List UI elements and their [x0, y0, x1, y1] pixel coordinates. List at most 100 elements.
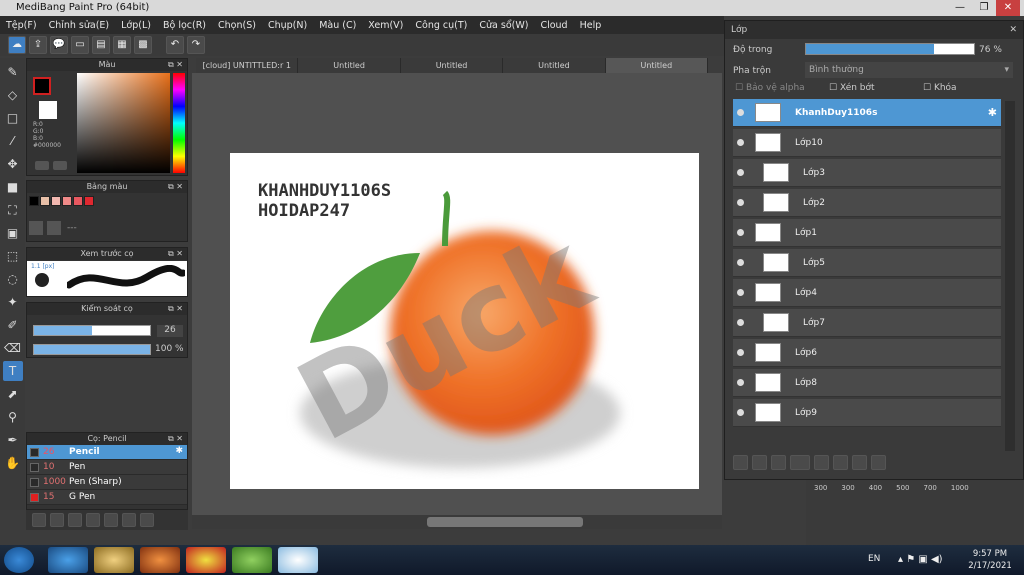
operation-tool-icon[interactable]: ⬈: [3, 384, 23, 404]
background-color-swatch[interactable]: [39, 101, 57, 119]
folder-icon[interactable]: [814, 455, 829, 470]
brush-delete-icon[interactable]: [140, 513, 154, 527]
fill-rect-tool-icon[interactable]: ■: [3, 177, 23, 197]
dot-tool-icon[interactable]: ⁄: [3, 131, 23, 151]
eye-icon[interactable]: [737, 349, 744, 356]
menu-tools[interactable]: Công cụ(T): [409, 20, 473, 31]
brush-item[interactable]: 15 G Pen: [27, 490, 187, 505]
layer-row[interactable]: Lớp9: [733, 399, 1001, 427]
eye-icon[interactable]: [737, 229, 744, 236]
panel-close-icon[interactable]: ⧉ ✕: [168, 248, 183, 260]
brush-item[interactable]: 1000 Pen (Sharp): [27, 475, 187, 490]
dropper-tool-icon[interactable]: ⚲: [3, 407, 23, 427]
panel-close-icon[interactable]: ⧉ ✕: [168, 59, 183, 71]
layer-row[interactable]: Lớp5: [733, 249, 1001, 277]
menu-window[interactable]: Cửa sổ(W): [473, 20, 534, 31]
menu-help[interactable]: Help: [574, 20, 608, 31]
pen-tool-icon[interactable]: ✒: [3, 430, 23, 450]
close-button[interactable]: ✕: [996, 0, 1020, 16]
brush-copy-icon[interactable]: [122, 513, 136, 527]
redo-icon[interactable]: ↷: [187, 36, 205, 54]
drawing-canvas[interactable]: KHANHDUY1106S HOIDAP247 Duck: [230, 153, 699, 489]
panel-close-icon[interactable]: ⧉ ✕: [168, 303, 183, 315]
merge-layer-icon[interactable]: [852, 455, 867, 470]
layer-row[interactable]: Lớp2: [733, 189, 1001, 217]
eye-icon[interactable]: [737, 139, 744, 146]
eye-icon[interactable]: [737, 199, 744, 206]
blend-mode-select[interactable]: Bình thường ▾: [805, 62, 1013, 78]
foreground-color-swatch[interactable]: [33, 77, 51, 95]
menu-view[interactable]: Xem(V): [362, 20, 409, 31]
layers-scrollbar[interactable]: [1005, 101, 1015, 451]
add-swatch-icon[interactable]: [29, 221, 43, 235]
add-layer-menu-icon[interactable]: [790, 455, 810, 470]
palette-swatch[interactable]: [40, 196, 50, 206]
menu-snap[interactable]: Chụp(N): [262, 20, 313, 31]
lasso-tool-icon[interactable]: ◌: [3, 269, 23, 289]
chat-icon[interactable]: 💬: [50, 36, 68, 54]
magic-wand-icon[interactable]: ✦: [3, 292, 23, 312]
clip-checkbox[interactable]: ☐ Xén bớt: [829, 83, 875, 93]
layer-row[interactable]: KhanhDuy1106s ✱: [733, 99, 1001, 127]
saturation-value-picker[interactable]: [77, 73, 170, 173]
select-tool-icon[interactable]: ⬚: [3, 246, 23, 266]
text-tool-icon[interactable]: T: [2, 361, 23, 381]
tab-untitled-2[interactable]: Untitled: [400, 58, 504, 73]
document-icon[interactable]: ▤: [92, 36, 110, 54]
explorer-icon[interactable]: [94, 547, 134, 573]
minimize-button[interactable]: —: [948, 0, 972, 16]
layer-row[interactable]: Lớp1: [733, 219, 1001, 247]
eraser-tool-icon[interactable]: ◇: [3, 85, 23, 105]
layer-opacity-slider[interactable]: [805, 43, 975, 55]
brush-import-icon[interactable]: [86, 513, 100, 527]
color-swap-button[interactable]: [53, 161, 67, 170]
color-mode-button[interactable]: [35, 161, 49, 170]
brush-item[interactable]: 26 Pencil ✱: [27, 445, 187, 460]
new-layer-icon[interactable]: [733, 455, 748, 470]
hand-tool-icon[interactable]: ✋: [3, 453, 23, 473]
palette-swatch[interactable]: [29, 196, 39, 206]
panel-close-icon[interactable]: ⧉ ✕: [168, 181, 183, 193]
layer-row[interactable]: Lớp6: [733, 339, 1001, 367]
brush-add-icon[interactable]: [68, 513, 82, 527]
template-icon[interactable]: ▦: [113, 36, 131, 54]
layers-close-icon[interactable]: ✕: [1009, 21, 1017, 39]
layer-row[interactable]: Lớp3: [733, 159, 1001, 187]
palette-swatch[interactable]: [51, 196, 61, 206]
layer-row[interactable]: Lớp7: [733, 309, 1001, 337]
brush-item[interactable]: 10 Pen: [27, 460, 187, 475]
medibang-icon[interactable]: [278, 547, 318, 573]
new-file-icon[interactable]: ▭: [71, 36, 89, 54]
cloud-icon[interactable]: ☁: [8, 36, 26, 54]
delete-layer-icon[interactable]: [871, 455, 886, 470]
brush-size-slider[interactable]: [33, 325, 151, 336]
menu-filter[interactable]: Bộ lọc(R): [157, 20, 212, 31]
layer-row[interactable]: Lớp4: [733, 279, 1001, 307]
palette-swatch[interactable]: [84, 196, 94, 206]
layer-row[interactable]: Lớp10: [733, 129, 1001, 157]
lock-checkbox[interactable]: ☐ Khóa: [923, 83, 957, 93]
duplicate-layer-icon[interactable]: [833, 455, 848, 470]
eye-icon[interactable]: [737, 109, 744, 116]
palette-swatch[interactable]: [73, 196, 83, 206]
gradient-tool-icon[interactable]: ▣: [3, 223, 23, 243]
move-tool-icon[interactable]: ✥: [3, 154, 23, 174]
bucket-tool-icon[interactable]: ⛶: [3, 200, 23, 220]
rectangle-tool-icon[interactable]: □: [3, 108, 23, 128]
eye-icon[interactable]: [737, 289, 744, 296]
layer-row[interactable]: Lớp8: [733, 369, 1001, 397]
eye-icon[interactable]: [737, 319, 744, 326]
tab-untitled-1[interactable]: Untitled: [298, 58, 401, 73]
brush-tool-icon[interactable]: ✎: [3, 62, 23, 82]
tab-untitled-4[interactable]: Untitled: [605, 58, 709, 73]
eye-icon[interactable]: [737, 379, 744, 386]
protect-alpha-checkbox[interactable]: ☐ Bảo vệ alpha: [735, 83, 805, 93]
menu-color[interactable]: Màu (C): [313, 20, 362, 31]
gear-icon[interactable]: ✱: [175, 446, 183, 456]
language-indicator[interactable]: EN: [868, 554, 880, 564]
palette-swatch[interactable]: [62, 196, 72, 206]
menu-select[interactable]: Chọn(S): [212, 20, 262, 31]
delete-swatch-icon[interactable]: [47, 221, 61, 235]
hue-slider[interactable]: [173, 73, 185, 173]
horizontal-scrollbar[interactable]: [192, 515, 722, 529]
